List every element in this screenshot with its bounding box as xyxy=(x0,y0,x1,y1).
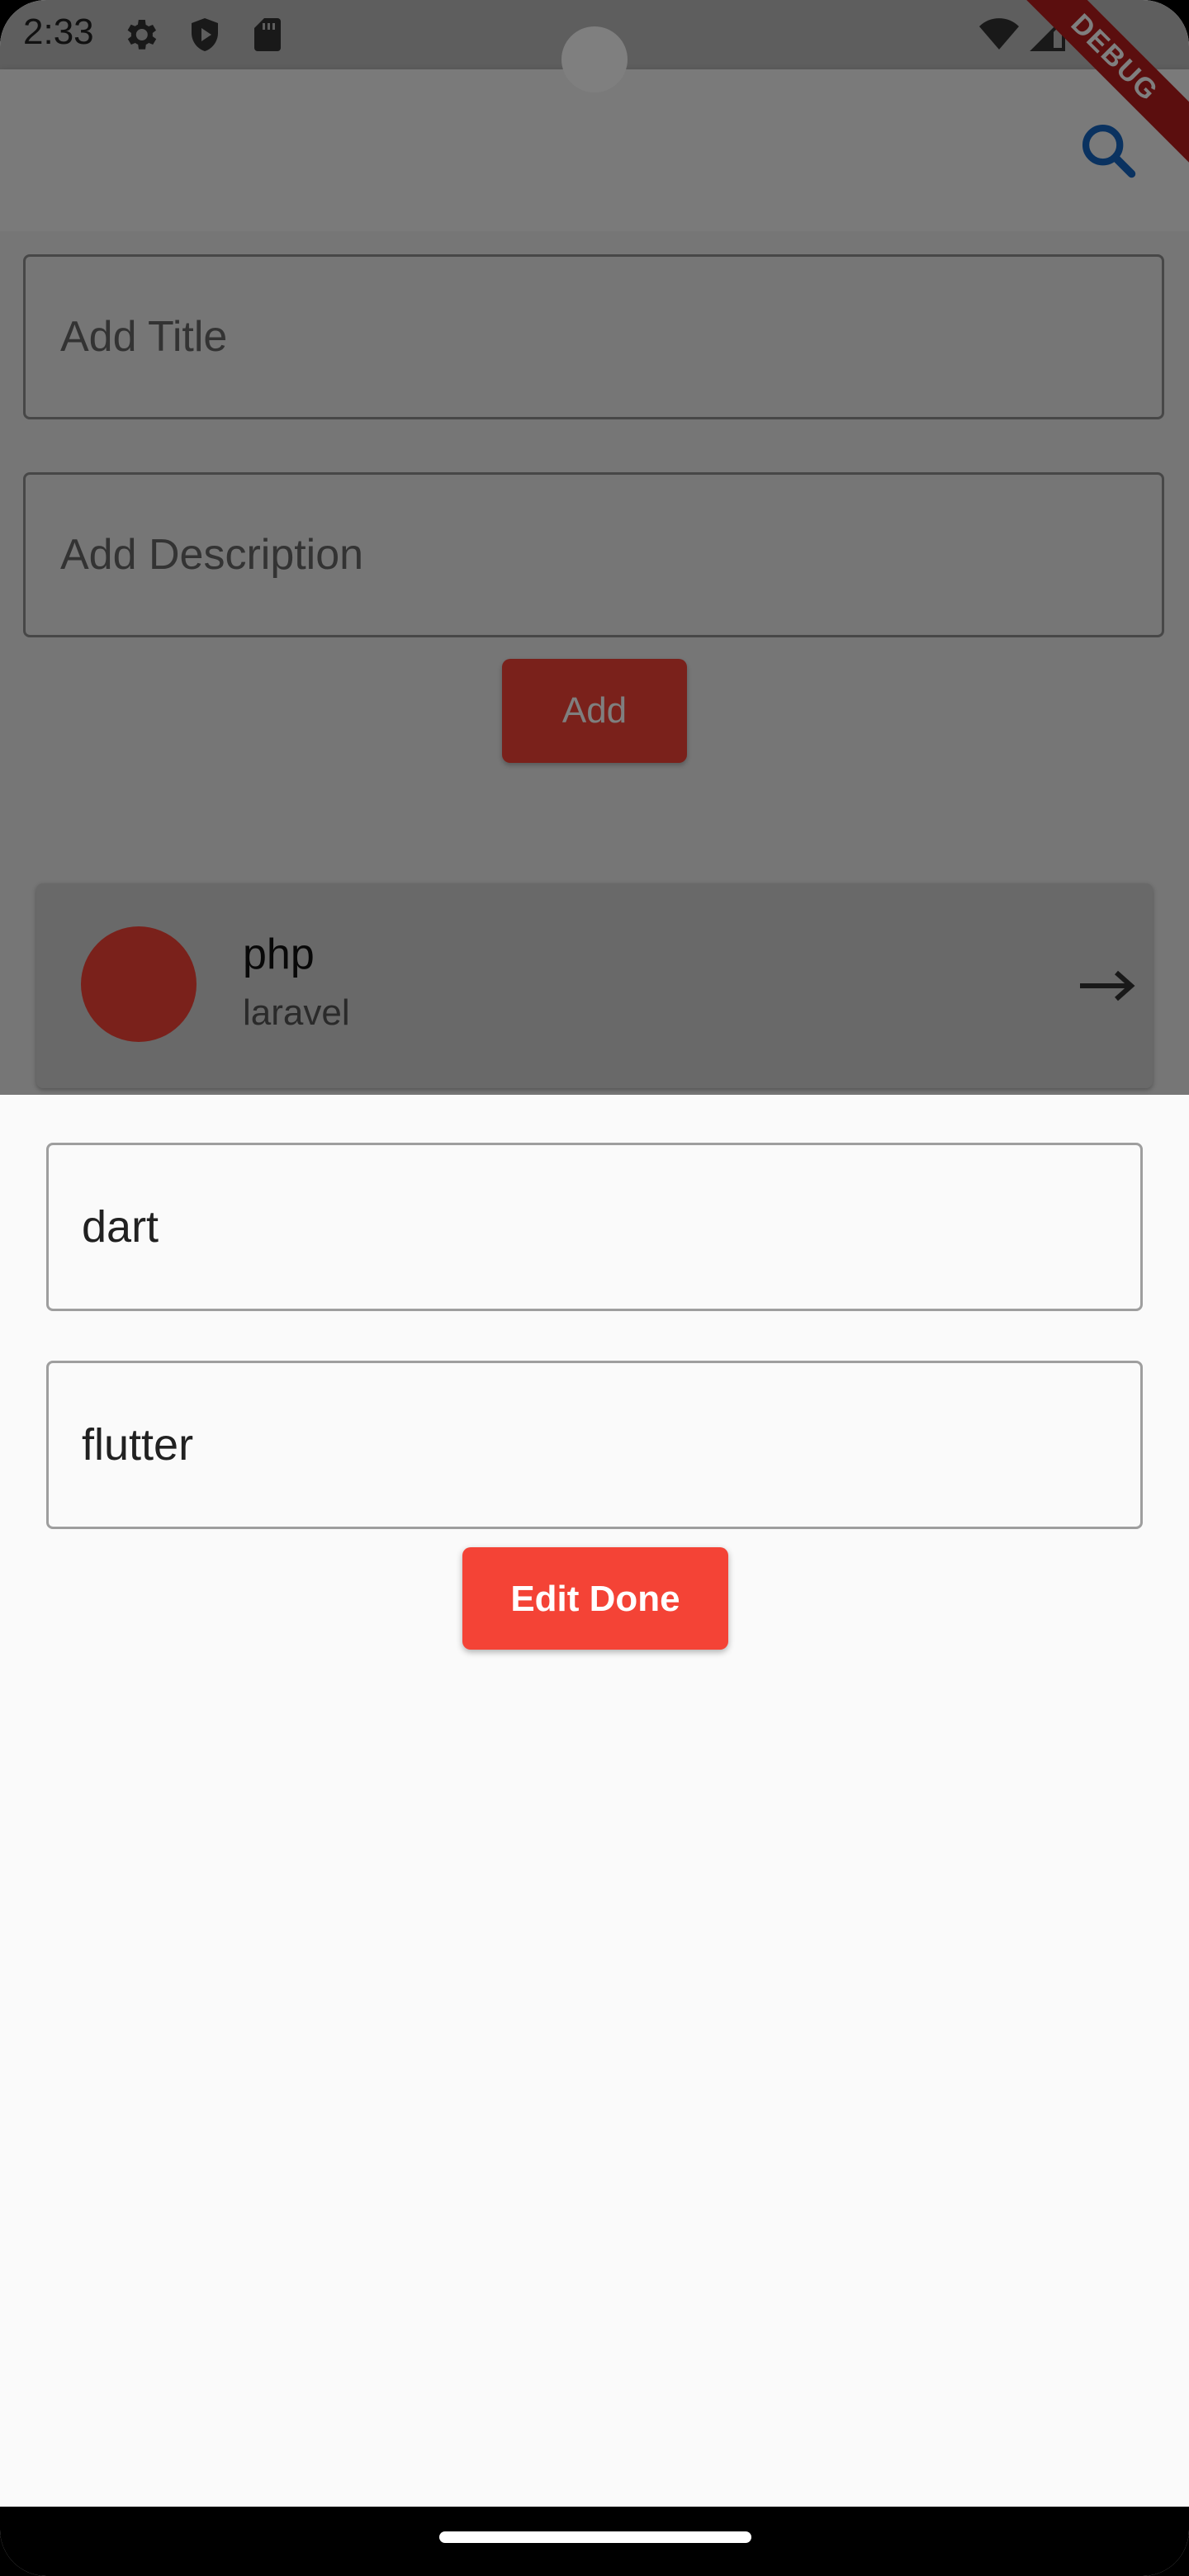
edit-done-button[interactable]: Edit Done xyxy=(462,1547,728,1650)
edit-title-input[interactable] xyxy=(82,1145,1106,1309)
app-screen: 2:33 Add Title Add Description Add php l… xyxy=(0,0,1189,2576)
home-gesture-handle[interactable] xyxy=(439,2531,751,2543)
edit-title-field[interactable] xyxy=(46,1143,1143,1311)
edit-description-input[interactable] xyxy=(82,1363,1106,1527)
edit-description-field[interactable] xyxy=(46,1361,1143,1529)
modal-scrim[interactable] xyxy=(0,0,1189,1095)
